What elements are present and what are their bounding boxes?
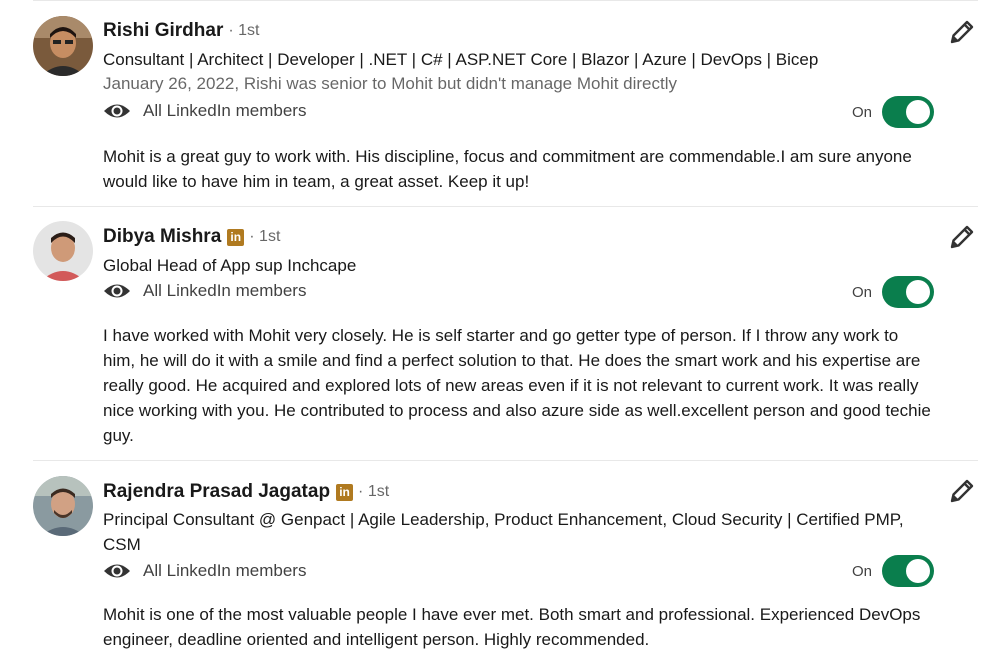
visibility-row: All LinkedIn members (103, 281, 306, 301)
toggle-state-label: On (852, 283, 873, 301)
visibility-row: All LinkedIn members (103, 101, 306, 121)
eye-icon (104, 564, 130, 578)
recommender-headline: Principal Consultant @ Genpact | Agile L… (103, 510, 904, 554)
toggle-state-label: On (852, 103, 873, 121)
eye-icon (104, 104, 130, 118)
name-row: Rajendra Prasad Jagatap in · 1st (103, 481, 389, 503)
eye-icon (104, 284, 130, 298)
visibility-toggle-group: On (852, 96, 935, 128)
toggle-knob (906, 100, 931, 124)
recommender-name[interactable]: Dibya Mishra (103, 226, 221, 248)
visibility-toggle-group: On (852, 276, 935, 308)
recommender-name[interactable]: Rajendra Prasad Jagatap (103, 481, 330, 503)
toggle-state-label: On (852, 562, 873, 580)
toggle-knob (906, 559, 931, 583)
avatar[interactable] (33, 476, 93, 536)
visibility-toggle-group: On (852, 555, 935, 587)
recommendation-text: Mohit is one of the most valuable people… (103, 605, 921, 649)
divider (33, 460, 978, 461)
connection-degree: · 1st (358, 483, 390, 500)
toggle-knob (906, 280, 931, 304)
pencil-icon[interactable] (948, 223, 976, 251)
pencil-icon[interactable] (948, 477, 976, 505)
name-row: Rishi Girdhar · 1st (103, 20, 259, 42)
pencil-icon[interactable] (948, 18, 976, 46)
recommender-name[interactable]: Rishi Girdhar (103, 20, 223, 42)
visibility-toggle[interactable] (882, 276, 935, 308)
recommender-headline: Global Head of App sup Inchcape (103, 256, 357, 275)
visibility-label: All LinkedIn members (143, 101, 307, 120)
top-divider (33, 0, 978, 1)
recommendation-meta: January 26, 2022, Rishi was senior to Mo… (103, 74, 677, 93)
connection-degree: · 1st (228, 22, 260, 39)
visibility-toggle[interactable] (882, 96, 935, 128)
avatar[interactable] (33, 221, 93, 281)
recommendation-text: Mohit is a great guy to work with. His d… (103, 147, 912, 191)
connection-degree: · 1st (249, 228, 281, 245)
recommendation-text: I have worked with Mohit very closely. H… (103, 326, 931, 445)
divider (33, 206, 978, 207)
visibility-toggle[interactable] (882, 555, 935, 587)
recommendations-list: Rishi Girdhar · 1st Consultant | Archite… (0, 0, 1002, 662)
visibility-label: All LinkedIn members (143, 561, 307, 580)
linkedin-badge-icon: in (227, 228, 245, 246)
recommender-headline: Consultant | Architect | Developer | .NE… (103, 50, 819, 69)
avatar[interactable] (33, 16, 93, 76)
name-row: Dibya Mishra in · 1st (103, 226, 280, 248)
linkedin-badge-icon: in (336, 483, 354, 501)
visibility-row: All LinkedIn members (103, 561, 306, 581)
visibility-label: All LinkedIn members (143, 281, 307, 300)
